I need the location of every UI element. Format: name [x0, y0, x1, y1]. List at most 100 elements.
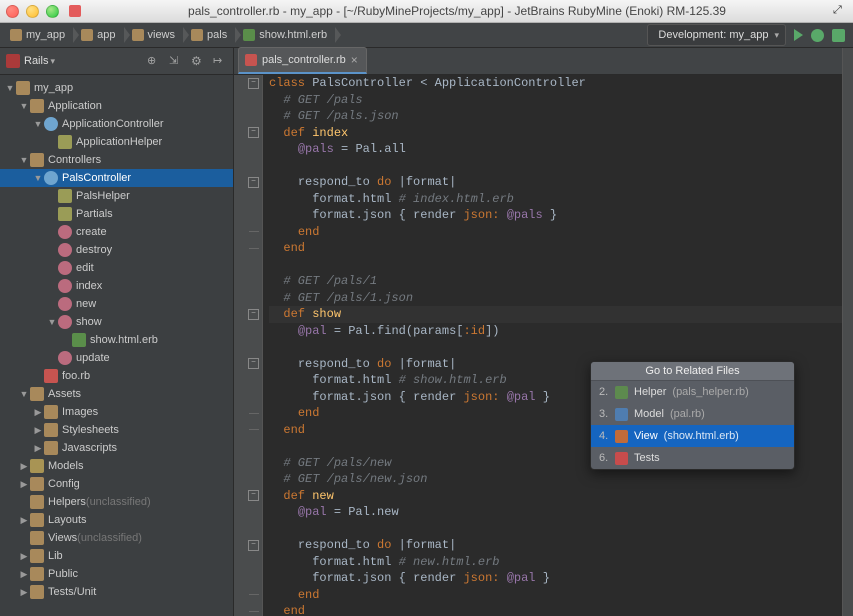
gutter-line[interactable]: [234, 224, 262, 241]
gutter-line[interactable]: −: [234, 537, 262, 554]
gutter-line[interactable]: [234, 339, 262, 356]
gutter-line[interactable]: [234, 455, 262, 472]
popup-item[interactable]: 4.View (show.html.erb): [591, 425, 794, 447]
tree-item-palshelper[interactable]: PalsHelper: [0, 187, 233, 205]
breadcrumb-item[interactable]: show.html.erb: [237, 25, 337, 45]
code-body[interactable]: class PalsController < ApplicationContro…: [263, 75, 853, 616]
fold-toggle[interactable]: −: [248, 127, 259, 138]
close-window[interactable]: [6, 5, 19, 18]
breadcrumb-item[interactable]: pals: [185, 25, 237, 45]
code-line[interactable]: respond_to do |format|: [269, 537, 847, 554]
code-line[interactable]: @pal = Pal.find(params[:id]): [269, 323, 847, 340]
gutter-line[interactable]: [234, 257, 262, 274]
gutter-line[interactable]: [234, 554, 262, 571]
tree-item-helpers[interactable]: Helpers (unclassified): [0, 493, 233, 511]
code-line[interactable]: def index: [269, 125, 847, 142]
tree-item-layouts[interactable]: ▶Layouts: [0, 511, 233, 529]
gear-icon[interactable]: [191, 54, 205, 68]
zoom-window[interactable]: [46, 5, 59, 18]
chevron-down-icon[interactable]: ▾: [50, 56, 55, 67]
hide-icon[interactable]: ↦: [213, 54, 227, 68]
gutter-line[interactable]: −: [234, 75, 262, 92]
fold-toggle[interactable]: −: [248, 309, 259, 320]
tree-item-create[interactable]: create: [0, 223, 233, 241]
code-line[interactable]: end: [269, 603, 847, 616]
tree-item-styles[interactable]: ▶Stylesheets: [0, 421, 233, 439]
gutter-line[interactable]: [234, 207, 262, 224]
run-config-selector[interactable]: Development: my_app ▾: [647, 24, 786, 46]
tree-item-public[interactable]: ▶Public: [0, 565, 233, 583]
close-tab-icon[interactable]: ×: [351, 55, 358, 65]
code-line[interactable]: respond_to do |format|: [269, 174, 847, 191]
popup-item[interactable]: 2.Helper (pals_helper.rb): [591, 381, 794, 403]
fold-toggle[interactable]: −: [248, 358, 259, 369]
tree-item-showerb[interactable]: show.html.erb: [0, 331, 233, 349]
code-line[interactable]: @pals = Pal.all: [269, 141, 847, 158]
tree-item-lib[interactable]: ▶Lib: [0, 547, 233, 565]
gutter-line[interactable]: [234, 290, 262, 307]
tree-item-apphelper[interactable]: ApplicationHelper: [0, 133, 233, 151]
gutter-line[interactable]: −: [234, 306, 262, 323]
tree-item-destroy[interactable]: destroy: [0, 241, 233, 259]
fold-toggle[interactable]: −: [248, 540, 259, 551]
breadcrumb-item[interactable]: app: [75, 25, 125, 45]
code-line[interactable]: [269, 521, 847, 538]
gutter-line[interactable]: [234, 273, 262, 290]
code-line[interactable]: [269, 158, 847, 175]
error-stripe[interactable]: [842, 75, 853, 616]
code-line[interactable]: # GET /pals: [269, 92, 847, 109]
code-line[interactable]: @pal = Pal.new: [269, 504, 847, 521]
tree-item-show[interactable]: ▼show: [0, 313, 233, 331]
code-line[interactable]: [269, 257, 847, 274]
code-line[interactable]: format.html # new.html.erb: [269, 554, 847, 571]
gutter-line[interactable]: [234, 92, 262, 109]
run-coverage-button[interactable]: [832, 29, 845, 42]
tree-item-images[interactable]: ▶Images: [0, 403, 233, 421]
tree-item-views[interactable]: Views (unclassified): [0, 529, 233, 547]
code-line[interactable]: [269, 339, 847, 356]
gutter-line[interactable]: [234, 521, 262, 538]
gutter-line[interactable]: −: [234, 356, 262, 373]
gutter-line[interactable]: −: [234, 488, 262, 505]
code-line[interactable]: end: [269, 224, 847, 241]
tree-item-tests[interactable]: ▶Tests/Unit: [0, 583, 233, 601]
gutter-line[interactable]: −: [234, 174, 262, 191]
code-line[interactable]: # GET /pals/1: [269, 273, 847, 290]
tree-item-js[interactable]: ▶Javascripts: [0, 439, 233, 457]
locate-icon[interactable]: ⊕: [147, 54, 161, 68]
gutter-line[interactable]: [234, 438, 262, 455]
gutter-line[interactable]: [234, 108, 262, 125]
gutter-line[interactable]: [234, 405, 262, 422]
tree-item-controllers[interactable]: ▼Controllers: [0, 151, 233, 169]
breadcrumb-item[interactable]: my_app: [4, 25, 75, 45]
gutter-line[interactable]: [234, 389, 262, 406]
project-tree[interactable]: ▼my_app ▼Application ▼ApplicationControl…: [0, 75, 233, 616]
tree-item-partials[interactable]: Partials: [0, 205, 233, 223]
tree-item-application[interactable]: ▼Application: [0, 97, 233, 115]
code-line[interactable]: format.json { render json: @pals }: [269, 207, 847, 224]
code-line[interactable]: format.json { render json: @pal }: [269, 570, 847, 587]
code-line[interactable]: def new: [269, 488, 847, 505]
code-line[interactable]: end: [269, 587, 847, 604]
tree-item-assets[interactable]: ▼Assets: [0, 385, 233, 403]
tree-item-foo[interactable]: foo.rb: [0, 367, 233, 385]
code-line[interactable]: # GET /pals/1.json: [269, 290, 847, 307]
gutter-line[interactable]: [234, 191, 262, 208]
code-line[interactable]: # GET /pals/new.json: [269, 471, 847, 488]
gutter-line[interactable]: [234, 158, 262, 175]
tree-item-palscontroller[interactable]: ▼PalsController: [0, 169, 233, 187]
code-line[interactable]: end: [269, 240, 847, 257]
run-button[interactable]: [794, 29, 803, 41]
code-line[interactable]: format.html # index.html.erb: [269, 191, 847, 208]
gutter-line[interactable]: [234, 570, 262, 587]
tree-item-new[interactable]: new: [0, 295, 233, 313]
tree-root[interactable]: ▼my_app: [0, 79, 233, 97]
gutter[interactable]: − − − − − − −: [234, 75, 263, 616]
gutter-line[interactable]: [234, 422, 262, 439]
popup-item[interactable]: 3.Model (pal.rb): [591, 403, 794, 425]
debug-button[interactable]: [811, 29, 824, 42]
breadcrumb-item[interactable]: views: [126, 25, 186, 45]
tree-item-models[interactable]: ▶Models: [0, 457, 233, 475]
gutter-line[interactable]: [234, 504, 262, 521]
tree-item-update[interactable]: update: [0, 349, 233, 367]
